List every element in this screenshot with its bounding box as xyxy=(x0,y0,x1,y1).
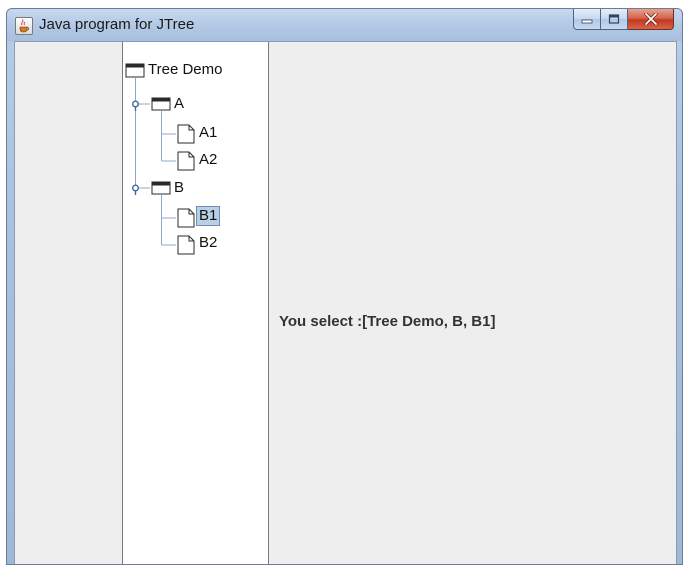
maximize-icon xyxy=(601,9,627,29)
close-button[interactable] xyxy=(628,9,674,30)
minimize-button[interactable] xyxy=(573,9,601,30)
tree-node-a2[interactable]: A2 xyxy=(197,151,219,169)
file-icon xyxy=(177,235,195,255)
tree-node-b2[interactable]: B2 xyxy=(197,234,219,252)
tree-node-root[interactable]: Tree Demo xyxy=(146,61,224,79)
tree-lines xyxy=(125,63,195,255)
tree-node-b[interactable]: B xyxy=(172,179,186,197)
main-window: Java program for JTree Tree Demo A A1 A2… xyxy=(6,8,683,565)
tree-node-a1[interactable]: A1 xyxy=(197,124,219,142)
minimize-icon xyxy=(574,9,600,29)
close-icon xyxy=(628,9,673,29)
folder-icon xyxy=(151,181,171,195)
maximize-button[interactable] xyxy=(601,9,628,30)
file-icon xyxy=(177,151,195,171)
folder-icon xyxy=(151,97,171,111)
tree-node-a[interactable]: A xyxy=(172,95,186,113)
java-cup-icon[interactable] xyxy=(15,17,33,35)
selection-status-label: You select :[Tree Demo, B, B1] xyxy=(279,313,496,330)
window-title: Java program for JTree xyxy=(39,16,195,33)
expand-handle-icon[interactable] xyxy=(131,184,139,195)
folder-icon xyxy=(125,63,145,78)
file-icon xyxy=(177,208,195,228)
file-icon xyxy=(177,124,195,144)
tree-view[interactable]: Tree Demo A A1 A2 B B1 B2 xyxy=(122,42,269,564)
expand-handle-icon[interactable] xyxy=(131,100,139,111)
window-controls xyxy=(573,9,674,31)
content-pane: Tree Demo A A1 A2 B B1 B2 You select :[T… xyxy=(14,41,677,564)
tree-node-b1[interactable]: B1 xyxy=(196,206,221,226)
title-bar[interactable]: Java program for JTree xyxy=(7,9,682,41)
